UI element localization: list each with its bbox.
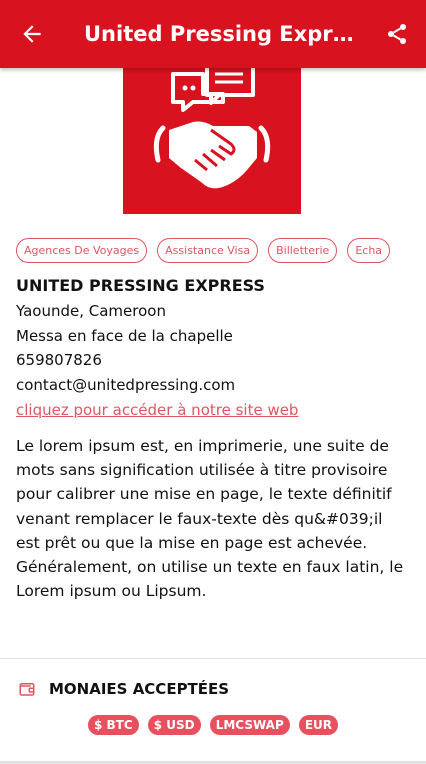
currencies-header: MONAIES ACCEPTÉES — [18, 677, 229, 701]
company-email[interactable]: contact@unitedpressing.com — [16, 376, 235, 394]
currencies-title: MONAIES ACCEPTÉES — [49, 680, 230, 698]
currency-chip: $ BTC — [87, 715, 139, 735]
business-logo — [123, 60, 301, 214]
currency-chip: $ USD — [147, 715, 201, 735]
handshake-chat-icon — [153, 63, 271, 189]
company-name: UNITED PRESSING EXPRESS — [16, 276, 265, 295]
share-icon[interactable] — [385, 21, 409, 47]
company-address: Messa en face de la chapelle — [16, 327, 233, 345]
tag-billetterie[interactable]: Billetterie — [268, 238, 338, 263]
category-tags: Agences De Voyages Assistance Visa Billett… — [16, 238, 426, 268]
currency-chip: EUR — [298, 715, 339, 735]
tag-echa[interactable]: Echa — [347, 238, 391, 263]
wallet-icon — [19, 683, 35, 696]
section-divider — [0, 658, 426, 659]
website-link[interactable]: cliquez pour accéder à notre site web — [16, 401, 298, 419]
company-city: Yaounde, Cameroon — [16, 302, 166, 320]
app-bar: United Pressing Expre... — [0, 0, 426, 68]
page-title: United Pressing Expre... — [84, 22, 354, 46]
tag-agences-de-voyages[interactable]: Agences De Voyages — [16, 238, 148, 263]
currency-list: $ BTC $ USD LMCSWAP EUR — [0, 714, 426, 735]
tag-assistance-visa[interactable]: Assistance Visa — [157, 238, 259, 263]
company-description: Le lorem ipsum est, en imprimerie, une s… — [16, 437, 404, 601]
arrow-left-icon[interactable] — [19, 21, 45, 47]
company-phone[interactable]: 659807826 — [16, 351, 102, 369]
currency-chip: LMCSWAP — [209, 715, 290, 735]
